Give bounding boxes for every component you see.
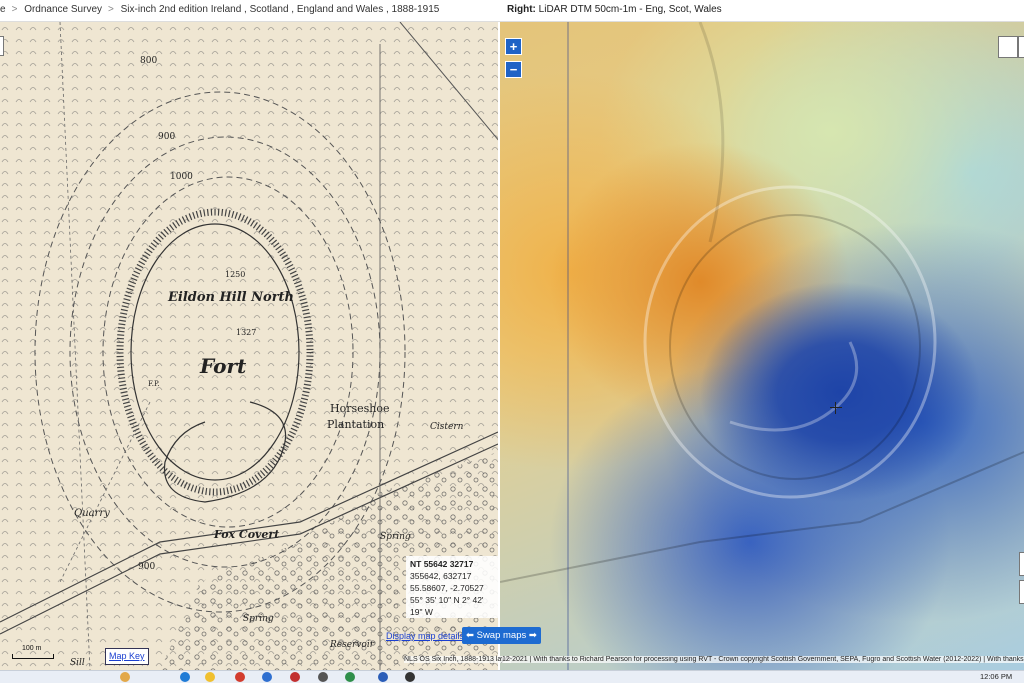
swap-maps-button[interactable]: ⬅ Swap maps ➡: [462, 627, 541, 644]
contour-1000-label: 1000: [170, 172, 193, 182]
edit-layer-icon[interactable]: [998, 36, 1018, 58]
scale-label: 100 m: [22, 645, 42, 652]
breadcrumb: e > Ordnance Survey > Six-inch 2nd edition…: [0, 4, 443, 15]
arrow-right-icon: ➡: [528, 630, 537, 641]
left-attribution: NLS OS Six Inch, 1888-1913 layer: [404, 656, 512, 663]
left-layer-toggle[interactable]: [0, 36, 4, 56]
taskbar-app-icon[interactable]: [262, 672, 272, 682]
footpath-label: F.P.: [148, 380, 160, 388]
horseshoe-label-1: Horseshoe: [330, 402, 390, 415]
dms-latlon: 55° 35' 10" N 2° 42' 19" W: [410, 595, 484, 617]
breadcrumb-item-six-inch[interactable]: Six-inch 2nd edition Ireland , Scotland …: [121, 4, 440, 15]
layers-icon[interactable]: [1018, 36, 1024, 58]
spring-label-1: Spring: [380, 532, 411, 542]
contour-800-label: 800: [140, 56, 158, 66]
right-lidar-map[interactable]: [500, 22, 1024, 670]
right-layer-prefix: Right:: [507, 4, 536, 15]
contour-900b-label: 900: [138, 562, 156, 572]
reservoir-label: Reservoir: [330, 640, 375, 650]
sill-label: Sill: [70, 658, 85, 668]
breadcrumb-item-home[interactable]: e: [0, 4, 6, 15]
taskbar-app-icon[interactable]: [345, 672, 355, 682]
breadcrumb-separator: >: [11, 4, 18, 15]
taskbar-app-icon[interactable]: [318, 672, 328, 682]
arrow-left-icon: ⬅: [466, 630, 474, 641]
horseshoe-label-2: Plantation: [327, 418, 385, 431]
contour-900-label: 900: [158, 132, 176, 142]
right-layer-name[interactable]: LiDAR DTM 50cm-1m - Eng, Scot, Wales: [539, 4, 722, 15]
zoom-out-button[interactable]: −: [505, 61, 522, 78]
lidar-relief-drawing: [500, 22, 1024, 670]
coordinate-readout: NT 55642 32717 355642, 632717 55.58607, …: [406, 556, 498, 618]
taskbar-app-icon[interactable]: [120, 672, 130, 682]
display-map-details-link[interactable]: Display map details?: [386, 631, 469, 641]
os-taskbar: 12:06 PM: [0, 670, 1024, 683]
quarry-label: Quarry: [74, 508, 110, 519]
spot-height-1327: 1327: [236, 328, 257, 337]
taskbar-app-icon[interactable]: [180, 672, 190, 682]
map-key-button[interactable]: Map Key: [105, 648, 149, 665]
breadcrumb-item-os[interactable]: Ordnance Survey: [24, 4, 102, 15]
cistern-label: Cistern: [430, 422, 464, 432]
right-panel-toggle[interactable]: [1019, 552, 1024, 576]
hill-name-label: Eildon Hill North: [168, 290, 295, 305]
right-panel-toggle-2[interactable]: [1019, 580, 1024, 604]
spot-height-1250: 1250: [225, 270, 246, 279]
fort-label: Fort: [200, 354, 247, 378]
zoom-in-button[interactable]: +: [505, 38, 522, 55]
eastings-northings: 355642, 632717: [410, 571, 472, 581]
taskbar-app-icon[interactable]: [378, 672, 388, 682]
breadcrumb-separator: >: [108, 4, 114, 15]
taskbar-app-icon[interactable]: [205, 672, 215, 682]
right-attribution: 12-2021 | With thanks to Richard Pearson…: [502, 656, 1024, 663]
swap-maps-label: Swap maps: [476, 630, 527, 641]
grid-reference: NT 55642 32717: [410, 559, 474, 569]
right-layer-title: Right: LiDAR DTM 50cm-1m - Eng, Scot, Wa…: [507, 4, 722, 15]
spring-label-2: Spring: [243, 614, 274, 624]
fox-covert-label: Fox Covert: [214, 528, 280, 541]
taskbar-app-icon[interactable]: [405, 672, 415, 682]
taskbar-app-icon[interactable]: [235, 672, 245, 682]
scale-bar: [12, 654, 54, 659]
crosshair-icon: [830, 402, 842, 414]
taskbar-app-icon[interactable]: [290, 672, 300, 682]
decimal-latlon: 55.58607, -2.70527: [410, 583, 484, 593]
top-bar: e > Ordnance Survey > Six-inch 2nd edition…: [0, 0, 1024, 22]
taskbar-clock[interactable]: 12:06 PM: [980, 672, 1012, 681]
